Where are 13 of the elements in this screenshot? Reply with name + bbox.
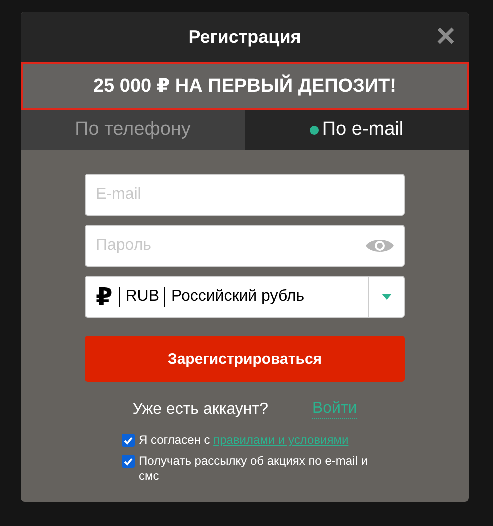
checkbox[interactable] <box>122 434 135 447</box>
checkbox-label: Получать рассылку об акциях по e-mail и смс <box>139 454 369 484</box>
tab[interactable]: По телефону <box>21 110 245 150</box>
checkbox[interactable] <box>122 455 135 468</box>
tab[interactable]: По e-mail <box>245 110 469 150</box>
register-button[interactable]: Зарегистрироваться <box>85 336 405 382</box>
bonus-banner: 25 000 ₽ НА ПЕРВЫЙ ДЕПОЗИТ! <box>21 62 469 110</box>
caret-icon <box>382 294 392 300</box>
close-icon[interactable] <box>437 27 455 45</box>
dialog-title: Регистрация <box>188 26 302 48</box>
currency-select[interactable]: ₽ RUB Российский рубль <box>85 276 405 318</box>
checkbox-label: Я согласен с правилами и условиями <box>139 433 349 448</box>
account-prompt: Уже есть аккаунт? <box>132 400 268 418</box>
